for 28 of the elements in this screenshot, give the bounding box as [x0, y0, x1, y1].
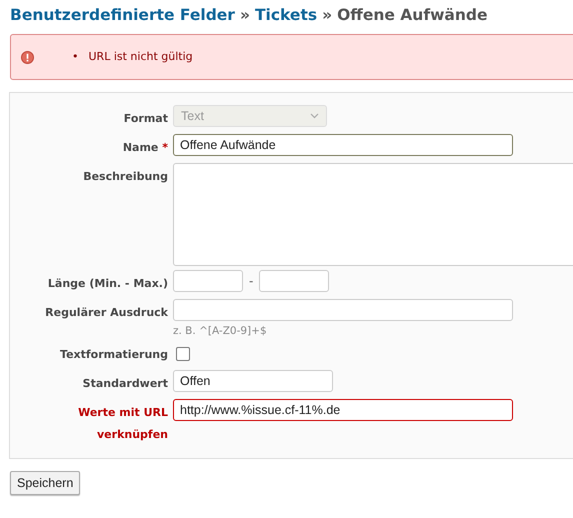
field-label: Werte mit URL verknüpfen	[77, 405, 169, 443]
min-field[interactable]	[173, 270, 243, 292]
bullet: •	[72, 49, 78, 65]
field-label: Textformatierung	[59, 347, 169, 363]
max-field[interactable]	[259, 270, 330, 292]
range-separator: -	[249, 274, 254, 288]
field-label: Länge (Min. - Max.)	[46, 276, 169, 292]
breadcrumb-separator: »	[240, 6, 250, 24]
description-field[interactable]	[173, 163, 573, 266]
field-label: Format	[122, 111, 169, 127]
breadcrumb-link[interactable]: Benutzerdefinierte Felder	[10, 6, 235, 24]
error-icon	[21, 50, 34, 64]
field-label: Beschreibung	[82, 169, 169, 185]
field-label: Standardwert	[82, 376, 169, 392]
field-label: Regulärer Ausdruck	[44, 305, 169, 321]
hint-text: z. B. ^[A-Z0-9]+$	[173, 325, 268, 337]
text-field[interactable]	[173, 299, 513, 321]
field-label: Name *	[122, 140, 169, 156]
save-button[interactable]: Speichern	[10, 471, 80, 495]
page-title: Offene Aufwände	[337, 6, 488, 24]
text-field[interactable]: Offene Aufwände	[173, 134, 513, 156]
error-message: URL ist nicht gültig	[88, 49, 193, 65]
checkbox[interactable]	[176, 347, 190, 361]
text-field[interactable]: Offen	[173, 370, 333, 392]
chevron-icon	[310, 113, 319, 119]
breadcrumb-separator: »	[322, 6, 332, 24]
text-field[interactable]: http://www.%issue.cf-11%.de	[173, 399, 513, 421]
breadcrumb-link[interactable]: Tickets	[254, 6, 318, 24]
